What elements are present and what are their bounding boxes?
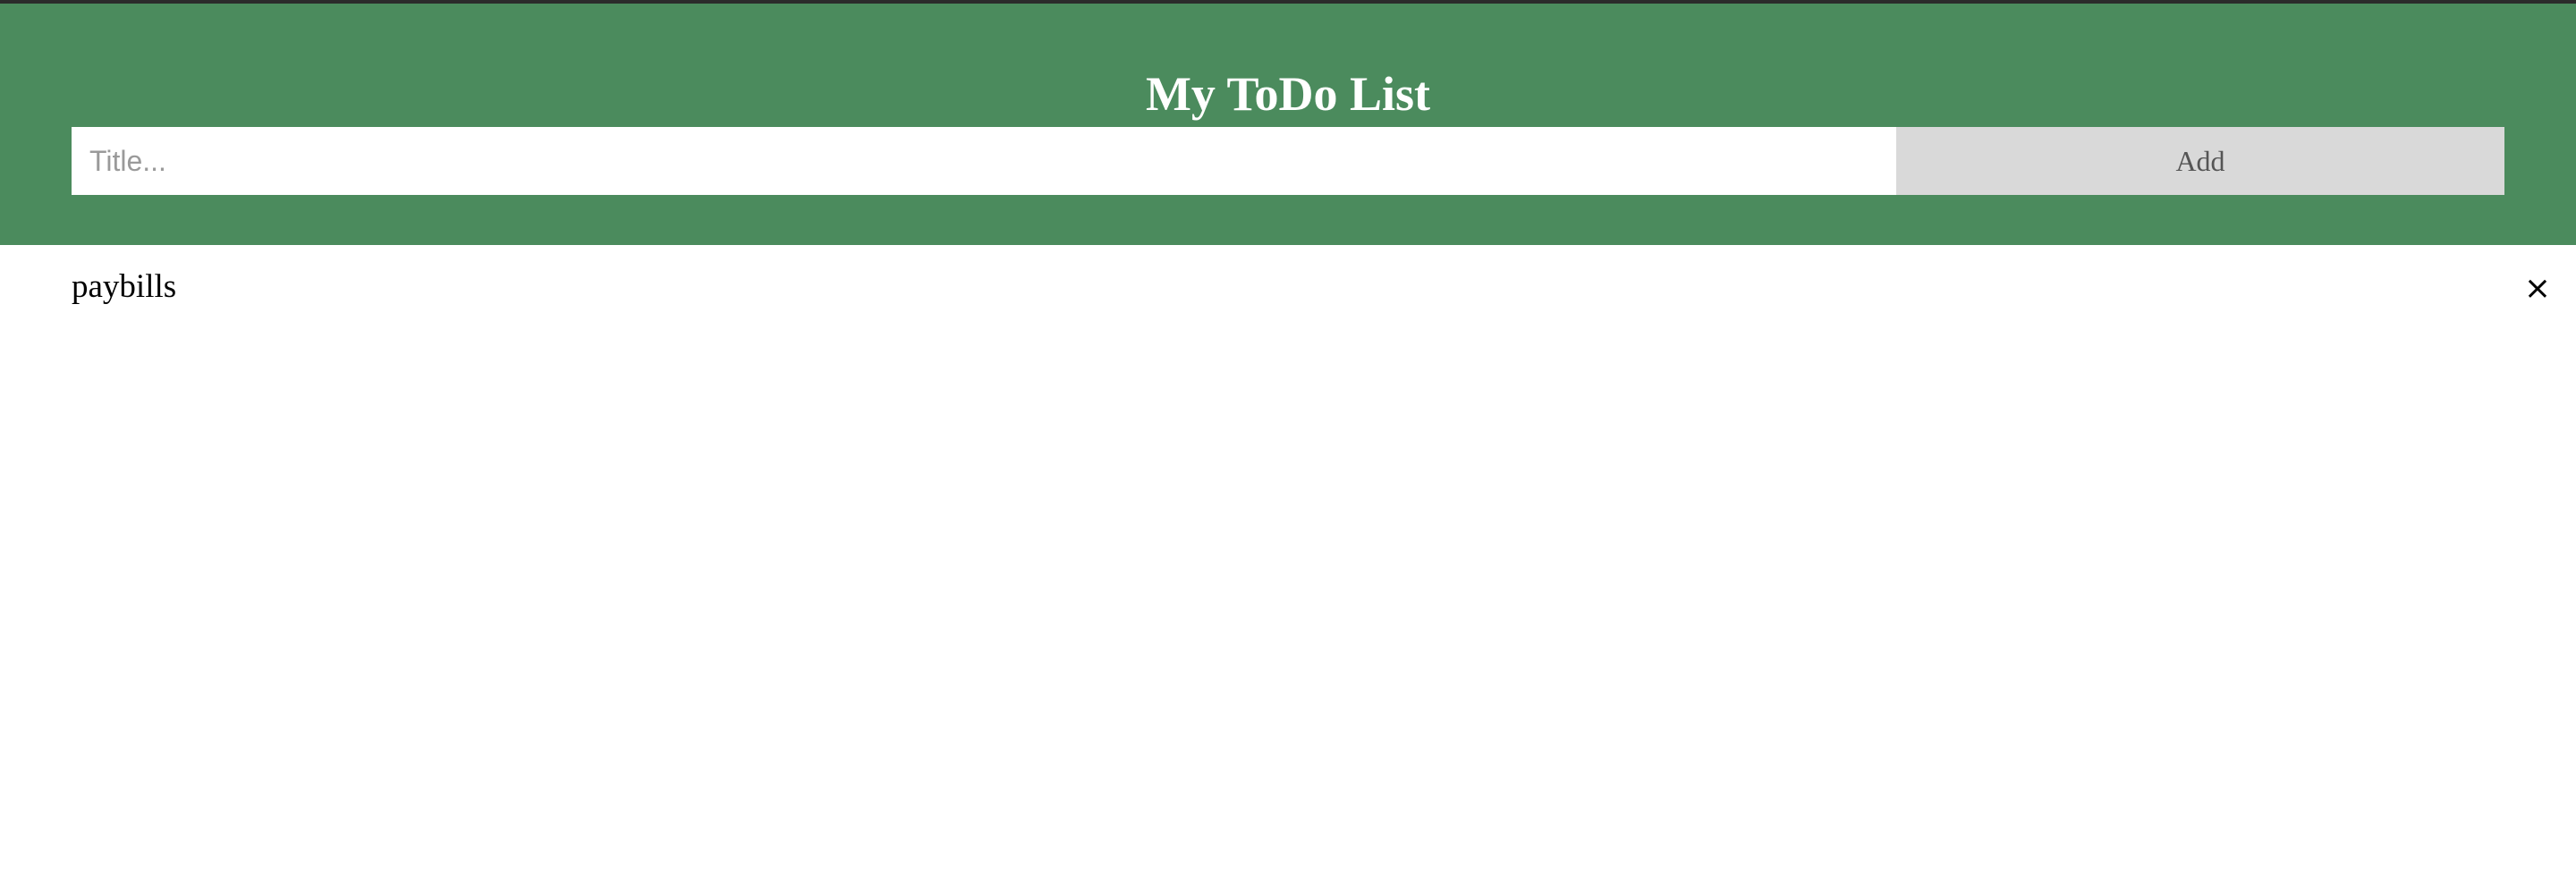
todo-list: paybills × <box>0 245 2576 329</box>
add-button[interactable]: Add <box>1896 127 2504 195</box>
page-title: My ToDo List <box>1145 67 1431 121</box>
close-icon[interactable]: × <box>2522 268 2553 309</box>
title-input[interactable] <box>72 127 1896 195</box>
todo-item-text: paybills <box>72 268 177 305</box>
header: My ToDo List Add <box>0 4 2576 245</box>
list-item[interactable]: paybills × <box>0 245 2576 329</box>
